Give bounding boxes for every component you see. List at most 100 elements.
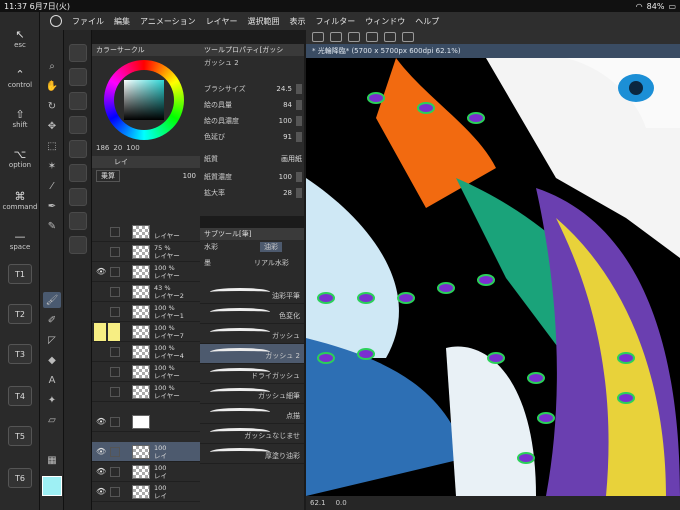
eyedropper-icon[interactable]: ⁄: [43, 178, 61, 194]
rotate-tool-icon[interactable]: ↻: [43, 98, 61, 114]
main-color-swatch[interactable]: [42, 476, 62, 496]
t4-key[interactable]: T4: [8, 386, 32, 406]
brush-item[interactable]: ガッシュ: [200, 324, 304, 344]
command-icon: ⌘: [14, 190, 26, 203]
layer-panel-tab[interactable]: レイ: [92, 156, 200, 168]
layer-row-selected[interactable]: 👁 100 レイ: [92, 442, 200, 462]
zoom-tool-icon[interactable]: ⌕: [43, 58, 61, 74]
layer-row[interactable]: 👁 100 レイ: [92, 482, 200, 502]
t5-key[interactable]: T5: [8, 426, 32, 446]
space-icon: —: [14, 230, 26, 243]
layer-row[interactable]: レイヤー: [92, 222, 200, 242]
selection-tool-icon[interactable]: ⬚: [43, 138, 61, 154]
brush-item[interactable]: 色変化: [200, 304, 304, 324]
text-tool-icon[interactable]: A: [43, 372, 61, 388]
layer-opacity[interactable]: 100: [183, 172, 196, 180]
menu-file[interactable]: ファイル: [72, 16, 104, 27]
document-tab[interactable]: * 光輪降臨* (5700 x 5700px 600dpi 62.1%): [306, 44, 680, 58]
layer-folder-row[interactable]: 👁: [92, 412, 200, 432]
layer-row[interactable]: 👁 100 % レイヤー: [92, 262, 200, 282]
t3-key[interactable]: T3: [8, 344, 32, 364]
paint-amount-row[interactable]: 絵の具量 84: [204, 98, 302, 112]
brush-item-selected[interactable]: ガッシュ 2: [200, 344, 304, 364]
subtool-tab-watercolor[interactable]: 水彩: [204, 242, 218, 252]
t6-key[interactable]: T6: [8, 468, 32, 488]
scale-ratio-row[interactable]: 拡大率 28: [204, 186, 302, 200]
magic-wand-icon[interactable]: ✶: [43, 158, 61, 174]
saturation-square[interactable]: [124, 80, 164, 120]
menu-selection[interactable]: 選択範囲: [247, 16, 279, 27]
command-icon-5[interactable]: [384, 32, 396, 42]
airbrush-tool-icon[interactable]: ✐: [43, 312, 61, 328]
eraser-tool-icon[interactable]: ▱: [43, 412, 61, 428]
color-wheel[interactable]: [104, 60, 184, 140]
layer-row[interactable]: 100 % レイヤー4: [92, 342, 200, 362]
subtool-slot-1[interactable]: [69, 44, 87, 62]
menu-window[interactable]: ウィンドウ: [365, 16, 405, 27]
layer-row[interactable]: 100 % レイヤー: [92, 362, 200, 382]
menu-help[interactable]: ヘルプ: [415, 16, 439, 27]
t1-key[interactable]: T1: [8, 264, 32, 284]
subtool-slot-5[interactable]: [69, 140, 87, 158]
zoom-level[interactable]: 62.1: [310, 499, 326, 507]
texture-density-row[interactable]: 紙質濃度 100: [204, 170, 302, 184]
subtool-slot-8[interactable]: [69, 212, 87, 230]
layer-row[interactable]: 75 % レイヤー: [92, 242, 200, 262]
t2-key[interactable]: T2: [8, 304, 32, 324]
hand-tool-icon[interactable]: ✋: [43, 78, 61, 94]
menu-view[interactable]: 表示: [289, 16, 305, 27]
subtool-shortcut-column: [64, 30, 92, 510]
blend-tool-icon[interactable]: ✦: [43, 392, 61, 408]
menu-layer[interactable]: レイヤー: [206, 16, 238, 27]
subtool-tab-ink[interactable]: 墨: [204, 258, 211, 268]
command-icon-3[interactable]: [348, 32, 360, 42]
subtool-tab-real-watercolor[interactable]: リアル水彩: [254, 258, 289, 268]
brush-item[interactable]: ガッシュ細筆: [200, 384, 304, 404]
pencil-tool-icon[interactable]: ✎: [43, 218, 61, 234]
brush-tool-icon[interactable]: 🖌: [43, 292, 61, 308]
subtool-slot-9[interactable]: [69, 236, 87, 254]
brush-size-row[interactable]: ブラシサイズ 24.5: [204, 82, 302, 96]
layer-row[interactable]: 43 % レイヤー2: [92, 282, 200, 302]
layer-row[interactable]: 100 % レイヤー: [92, 382, 200, 402]
shift-key[interactable]: ⇧ shift: [2, 102, 38, 136]
color-stretch-row[interactable]: 色延び 91: [204, 130, 302, 144]
subtool-slot-6[interactable]: [69, 164, 87, 182]
subtool-slot-2[interactable]: [69, 68, 87, 86]
option-key[interactable]: ⌥ option: [2, 142, 38, 176]
esc-key[interactable]: ↖ esc: [2, 22, 38, 56]
ruler-tool-icon[interactable]: ◸: [43, 332, 61, 348]
brush-item[interactable]: ガッシュなじませ: [200, 424, 304, 444]
app-logo-icon[interactable]: [50, 15, 62, 27]
blend-mode-select[interactable]: 乗算: [96, 170, 120, 182]
paper-texture-row[interactable]: 紙質 画用紙: [204, 152, 302, 166]
paint-density-row[interactable]: 絵の具濃度 100: [204, 114, 302, 128]
brush-item[interactable]: 点描: [200, 404, 304, 424]
rotation-angle[interactable]: 0.0: [336, 499, 347, 507]
move-tool-icon[interactable]: ✥: [43, 118, 61, 134]
menu-edit[interactable]: 編集: [114, 16, 130, 27]
layer-row[interactable]: 100 % レイヤー1: [92, 302, 200, 322]
fill-tool-icon[interactable]: ◆: [43, 352, 61, 368]
layer-row[interactable]: 👁 100 レイ: [92, 462, 200, 482]
command-icon-2[interactable]: [330, 32, 342, 42]
brush-item[interactable]: 厚塗り油彩: [200, 444, 304, 464]
command-icon-4[interactable]: [366, 32, 378, 42]
pen-tool-icon[interactable]: ✒: [43, 198, 61, 214]
subtool-slot-7[interactable]: [69, 188, 87, 206]
command-icon-1[interactable]: [312, 32, 324, 42]
brush-item[interactable]: 油彩平筆: [200, 284, 304, 304]
command-icon-6[interactable]: [402, 32, 414, 42]
menu-animation[interactable]: アニメーション: [140, 16, 196, 27]
subtool-slot-4[interactable]: [69, 116, 87, 134]
drawing-canvas[interactable]: [306, 58, 680, 496]
subtool-tab-oil[interactable]: 油彩: [260, 242, 282, 252]
space-key[interactable]: — space: [2, 224, 38, 258]
brush-item[interactable]: ドライガッシュ: [200, 364, 304, 384]
menu-filter[interactable]: フィルター: [315, 16, 355, 27]
layer-row-highlighted[interactable]: 100 % レイヤー7: [92, 322, 200, 342]
color-set-icon[interactable]: ▦: [43, 452, 61, 468]
control-key[interactable]: ⌃ control: [2, 62, 38, 96]
subtool-slot-3[interactable]: [69, 92, 87, 110]
command-key[interactable]: ⌘ command: [2, 184, 38, 218]
